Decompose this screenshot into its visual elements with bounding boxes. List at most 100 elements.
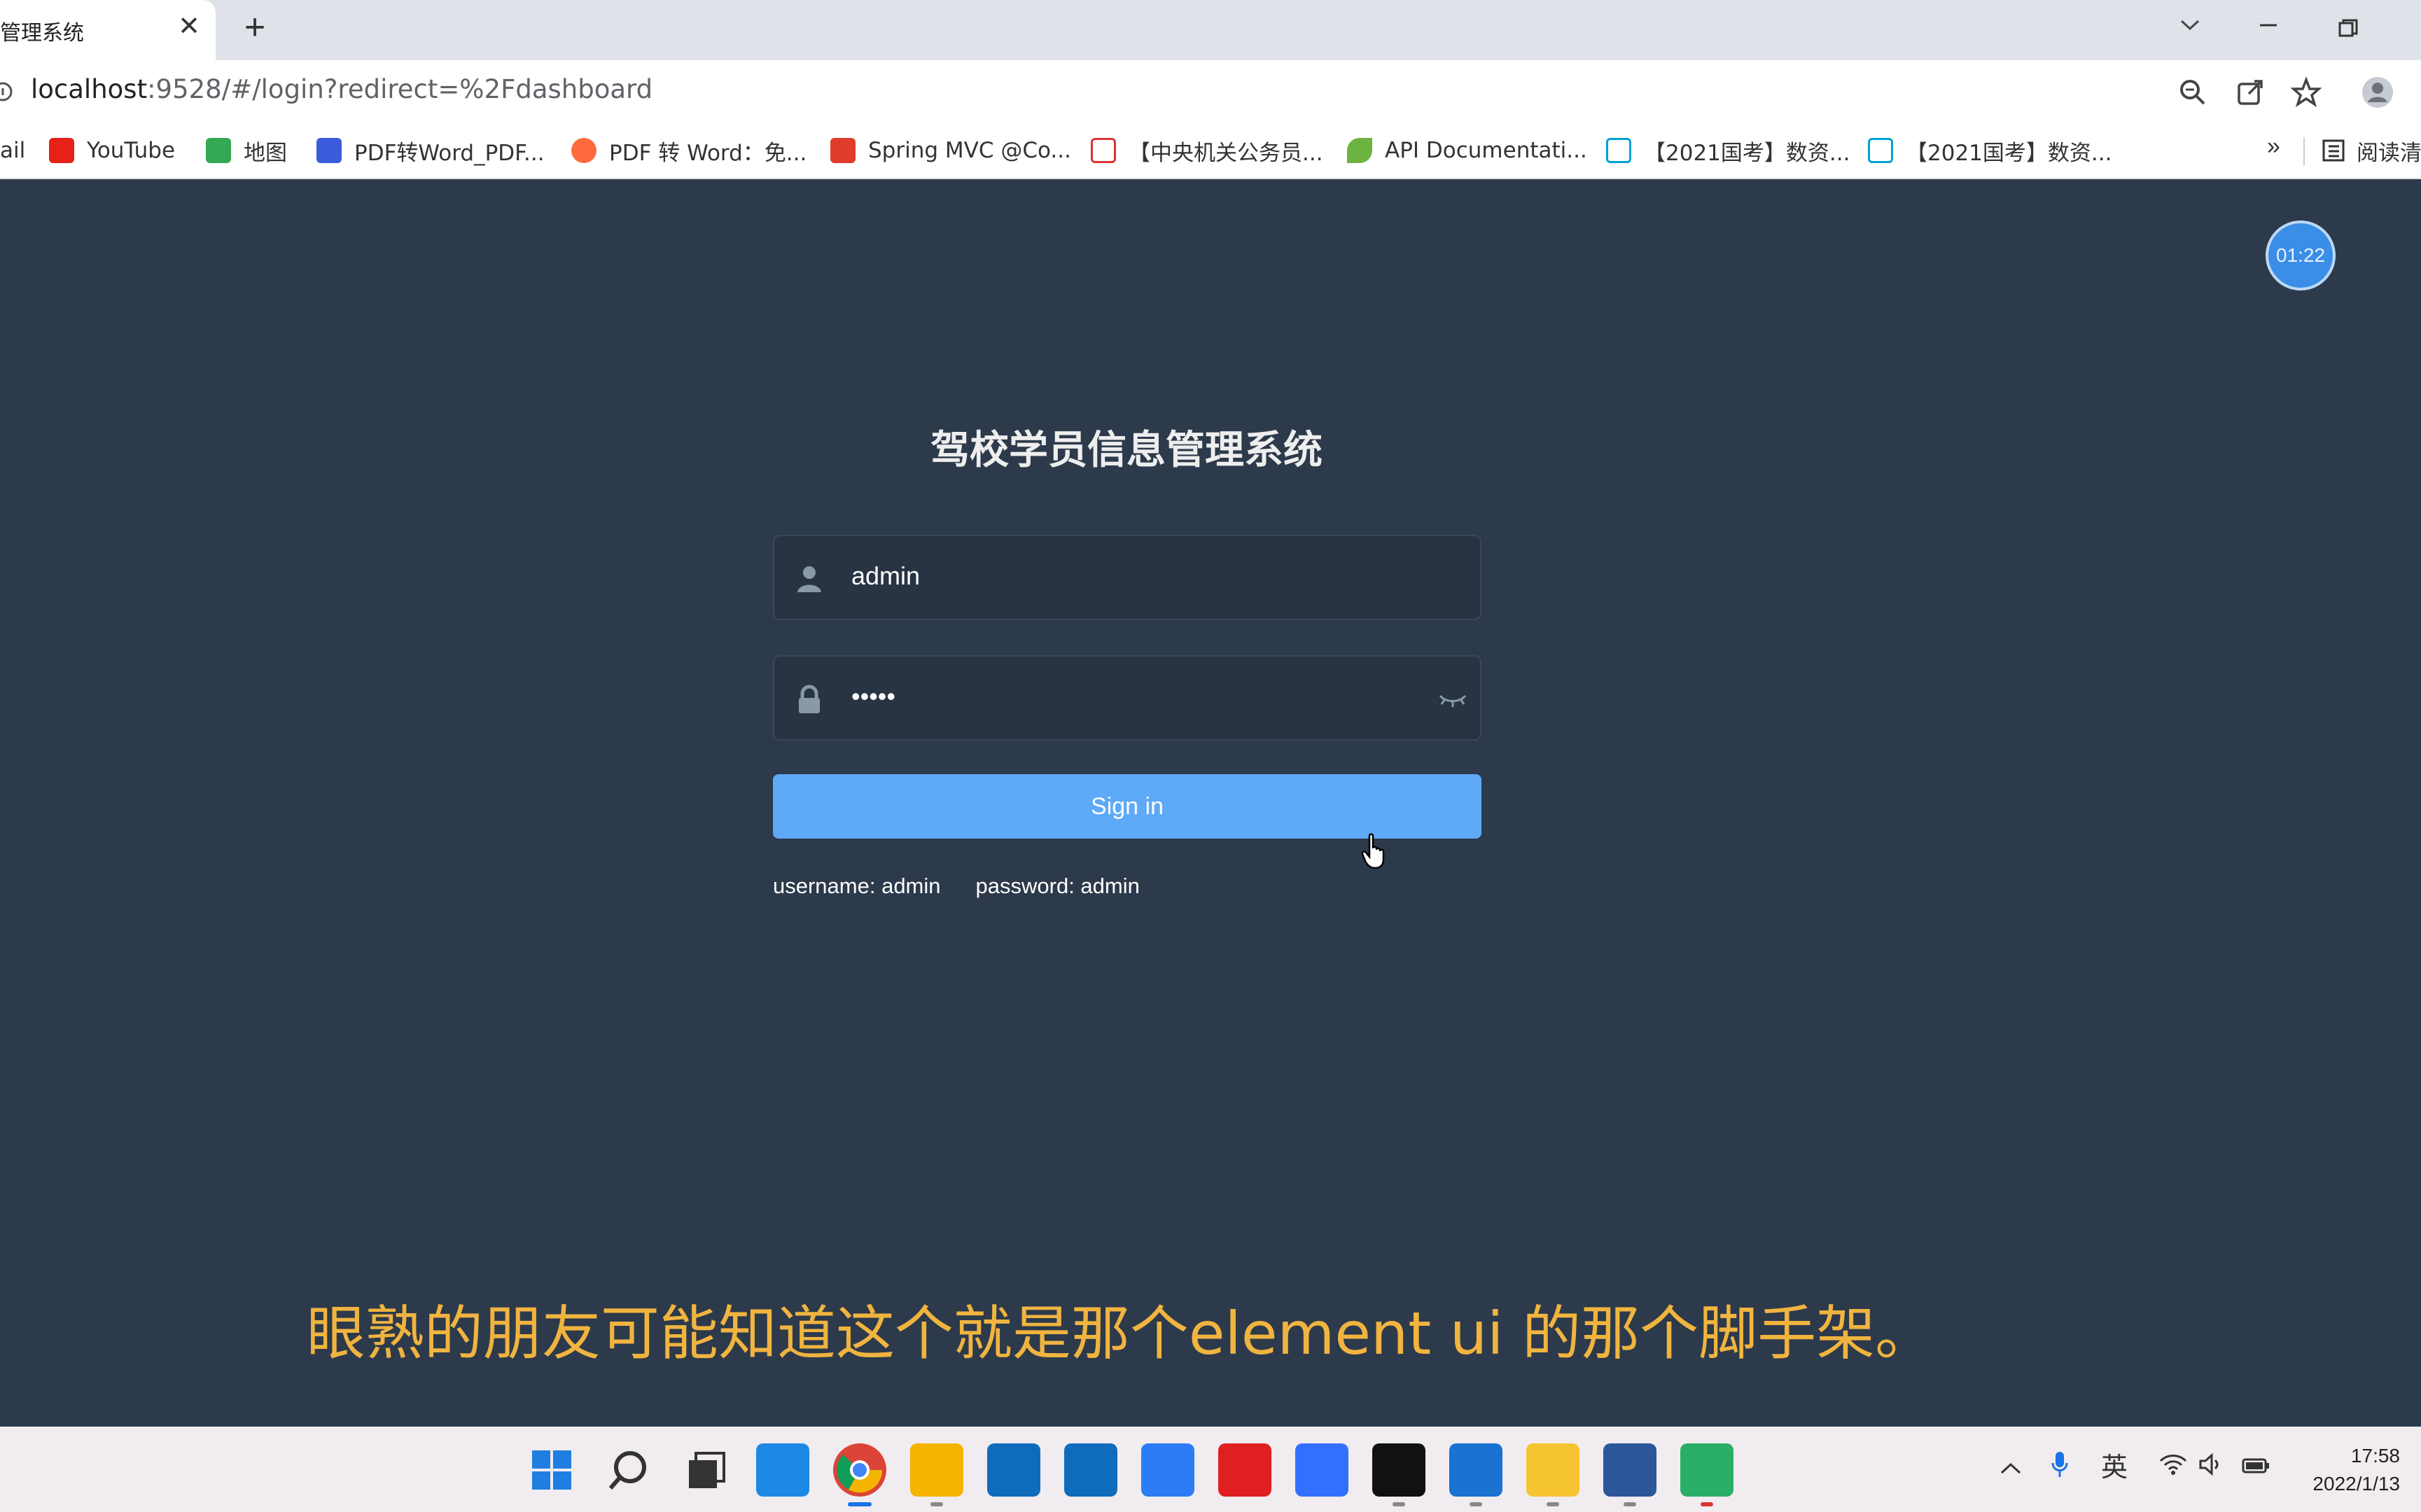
bookmark-label: 地图: [244, 140, 287, 166]
tab-close-icon[interactable]: ✕: [175, 13, 203, 41]
running-indicator: [1470, 1502, 1482, 1506]
reading-list-icon: [2322, 139, 2345, 162]
microphone-icon[interactable]: [2043, 1450, 2077, 1484]
password-field[interactable]: •••••: [773, 655, 1481, 741]
login-title: 驾校学员信息管理系统: [0, 419, 2253, 475]
bookmark-label: PDF转Word_PDF...: [354, 140, 545, 166]
username-field[interactable]: admin: [773, 535, 1481, 620]
microsoft-store-icon[interactable]: [987, 1443, 1040, 1497]
cheese-app-icon[interactable]: [1526, 1443, 1579, 1497]
bookmark-bilibili-2[interactable]: 【2021国考】数资...: [1868, 134, 2112, 167]
login-title-text: 驾校学员信息管理系统: [930, 428, 1323, 473]
taskbar-clock[interactable]: 17:58 2022/1/13: [2295, 1442, 2400, 1498]
bookmark-label: YouTube: [87, 138, 176, 163]
spring-leaf-icon: [1347, 138, 1372, 163]
battery-icon[interactable]: [2239, 1450, 2273, 1484]
file-explorer-icon[interactable]: [910, 1443, 963, 1497]
csdn-icon: [830, 138, 856, 163]
tray-overflow-chevron-icon[interactable]: [1994, 1450, 2028, 1484]
address-bar: localhost:9528/#/login?redirect=%2Fdashb…: [0, 60, 2421, 123]
youdao-icon[interactable]: [1218, 1443, 1271, 1497]
start-icon[interactable]: [525, 1443, 578, 1497]
bookmark-bilibili-1[interactable]: 【2021国考】数资...: [1606, 134, 1850, 167]
bookmarks-overflow-button[interactable]: »: [2267, 133, 2280, 160]
task-view-icon[interactable]: [679, 1443, 732, 1497]
user-icon: [795, 564, 823, 595]
login-tips: username: admin password: admin: [773, 874, 1175, 899]
share-icon[interactable]: [2233, 76, 2267, 109]
sign-in-button[interactable]: Sign in: [773, 774, 1481, 839]
bookmark-label: API Documentati...: [1385, 138, 1587, 163]
bookmark-pdf-word-free[interactable]: PDF 转 Word：免...: [571, 134, 807, 167]
wifi-icon[interactable]: [2156, 1450, 2190, 1484]
running-indicator: [1624, 1502, 1636, 1506]
vscode-icon[interactable]: [1449, 1443, 1502, 1497]
lark-icon[interactable]: [1141, 1443, 1194, 1497]
new-tab-button[interactable]: +: [238, 9, 272, 46]
minimize-icon[interactable]: [2247, 10, 2289, 45]
lock-icon: [795, 685, 823, 715]
hand-cursor-icon: [1361, 833, 1389, 869]
search-icon[interactable]: [602, 1443, 655, 1497]
pdf-swirl-icon: [571, 138, 596, 163]
url-path: :9528/#/login?redirect=%2Fdashboard: [147, 74, 653, 104]
bookmark-pdf-to-word[interactable]: PDF转Word_PDF...: [316, 134, 545, 167]
show-password-eye-icon[interactable]: [1438, 687, 1467, 710]
site-info-icon[interactable]: [0, 81, 18, 102]
word-icon[interactable]: [1603, 1443, 1656, 1497]
bookmark-label: 【中央机关公务员...: [1129, 140, 1323, 166]
bilibili-icon: [1606, 138, 1631, 163]
tab-search-chevron-icon[interactable]: [2169, 10, 2211, 45]
clock-date: 2022/1/13: [2312, 1473, 2400, 1494]
browser-tab[interactable]: 管理系统 ✕: [0, 0, 216, 60]
bookmark-label: 【2021国考】数资...: [1906, 140, 2112, 166]
bookmark-spring-mvc[interactable]: Spring MVC @Co...: [830, 134, 1071, 167]
bookmark-civil-service[interactable]: 【中央机关公务员...: [1091, 134, 1323, 167]
username-tip: username: admin: [773, 874, 941, 898]
maps-icon: [206, 138, 231, 163]
bookmark-youtube[interactable]: YouTube: [49, 134, 175, 167]
video-subtitle: 眼熟的朋友可能知道这个就是那个element ui 的那个脚手架。: [0, 1287, 2240, 1371]
zoom-icon[interactable]: [2176, 76, 2210, 109]
pdf-converter-icon: [316, 138, 342, 163]
password-value: •••••: [851, 682, 896, 710]
tab-title: 管理系统: [0, 21, 84, 46]
profile-avatar-icon[interactable]: [2361, 76, 2394, 109]
ime-indicator[interactable]: 英: [2098, 1450, 2131, 1484]
login-page: 01:22 驾校学员信息管理系统 admin ••••• Sign in use…: [0, 181, 2421, 1427]
mail-icon[interactable]: [1064, 1443, 1117, 1497]
volume-icon[interactable]: [2194, 1450, 2228, 1484]
running-indicator: [1701, 1502, 1713, 1506]
password-tip: password: admin: [975, 874, 1140, 898]
bookmark-label: PDF 转 Word：免...: [609, 140, 807, 166]
bookmark-star-icon[interactable]: [2289, 76, 2323, 109]
video-subtitle-text: 眼熟的朋友可能知道这个就是那个element ui 的那个脚手架。: [306, 1299, 1934, 1368]
recording-timer-badge: 01:22: [2266, 220, 2336, 290]
bookmark-maps[interactable]: 地图: [206, 134, 287, 167]
intellij-icon[interactable]: [1372, 1443, 1425, 1497]
running-indicator: [1393, 1502, 1405, 1506]
bookmark-gmail[interactable]: ail: [0, 134, 25, 167]
bookmark-api-docs[interactable]: API Documentati...: [1347, 134, 1587, 167]
url-host: localhost: [31, 74, 148, 104]
running-indicator: [848, 1502, 872, 1506]
bookmark-label: Spring MVC @Co...: [868, 138, 1071, 163]
chrome-icon[interactable]: [833, 1443, 886, 1497]
widgets-icon[interactable]: [756, 1443, 809, 1497]
feishu-icon[interactable]: [1295, 1443, 1348, 1497]
windows-taskbar: 英 17:58 2022/1/13: [0, 1427, 2421, 1512]
url-field[interactable]: localhost:9528/#/login?redirect=%2Fdashb…: [31, 74, 653, 104]
clock-time: 17:58: [2350, 1445, 2400, 1466]
bilibili-icon: [1868, 138, 1893, 163]
reading-list-label: 阅读清: [2357, 140, 2421, 166]
bookmark-label: 【2021国考】数资...: [1644, 140, 1850, 166]
wechat-icon[interactable]: [1680, 1443, 1733, 1497]
bookmark-label: ail: [0, 138, 26, 163]
username-value: admin: [851, 561, 921, 590]
running-indicator: [930, 1502, 943, 1506]
running-indicator: [1547, 1502, 1559, 1506]
reading-list-button[interactable]: 阅读清: [2322, 134, 2421, 167]
gov-seal-icon: [1091, 138, 1116, 163]
restore-icon[interactable]: [2327, 10, 2369, 45]
browser-tab-strip: 管理系统 ✕ +: [0, 0, 2421, 60]
